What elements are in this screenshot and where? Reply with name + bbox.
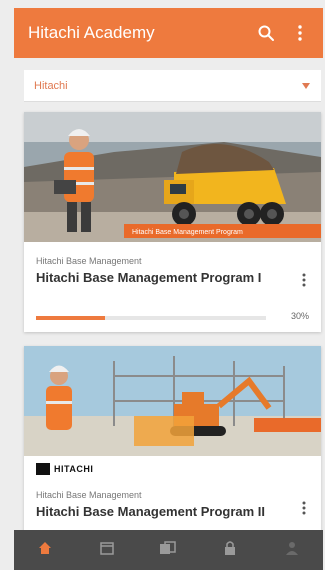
course-title: Hitachi Base Management Program I [36, 270, 262, 285]
hitachi-logo-icon [36, 463, 50, 475]
filter-value: Hitachi [34, 79, 68, 92]
sponsor-name: HITACHI [54, 464, 94, 474]
course-tagline: Hitachi Base Management [36, 256, 142, 266]
nav-profile[interactable] [272, 530, 312, 570]
course-title: Hitachi Base Management Program II [36, 504, 266, 519]
filter-dropdown[interactable]: Hitachi [24, 70, 321, 102]
banner-caption: Hitachi Base Management Program [132, 229, 243, 236]
more-vert-icon[interactable] [295, 498, 313, 518]
bottom-navigation [14, 530, 323, 570]
course-card[interactable]: HITACHI Hitachi Base Management Hitachi … [24, 346, 321, 536]
course-tagline: Hitachi Base Management [36, 490, 142, 500]
overflow-menu-icon[interactable] [287, 20, 313, 46]
course-card[interactable]: Hitachi Base Management Program Hitachi … [24, 112, 321, 332]
progress-fill [36, 316, 105, 320]
course-progress-bar [36, 316, 266, 320]
more-vert-icon[interactable] [295, 270, 313, 290]
home-icon [37, 540, 53, 561]
nav-courses[interactable] [148, 530, 188, 570]
nav-home[interactable] [25, 530, 65, 570]
app-bar: Hitachi Academy [14, 8, 323, 58]
nav-calendar[interactable] [87, 530, 127, 570]
profile-icon [284, 540, 300, 561]
progress-label: 30% [290, 311, 309, 321]
courses-icon [159, 540, 177, 561]
app-title: Hitachi Academy [28, 23, 155, 42]
calendar-icon [99, 540, 115, 561]
course-banner-image: Hitachi Base Management Program [24, 112, 321, 242]
course-banner-image [24, 346, 321, 456]
sponsor-logo: HITACHI [36, 460, 93, 478]
lock-icon [223, 540, 237, 561]
chevron-down-icon [301, 77, 311, 95]
nav-lock[interactable] [210, 530, 250, 570]
search-icon[interactable] [253, 20, 279, 46]
